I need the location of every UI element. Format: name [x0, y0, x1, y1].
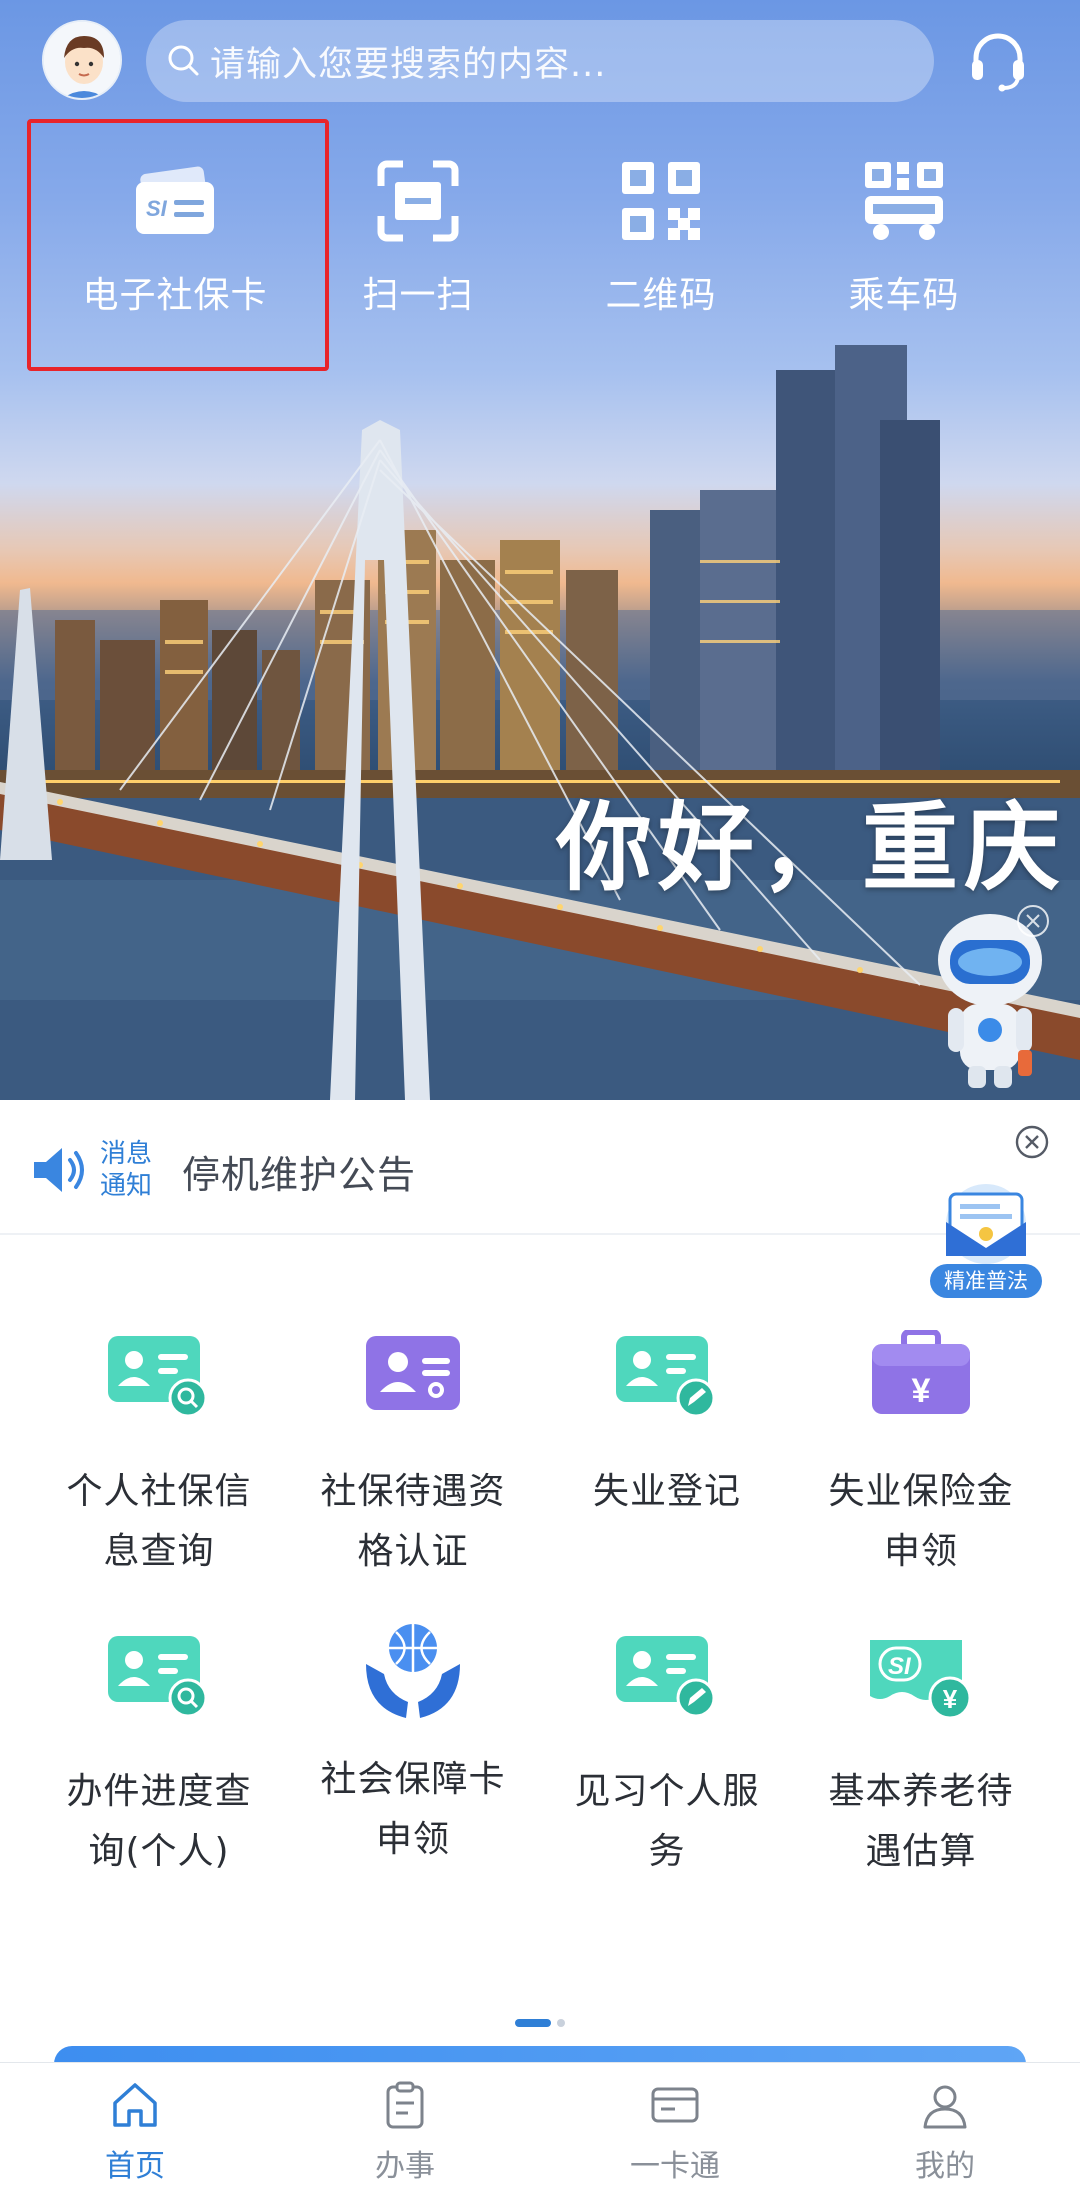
service-label-line2: 申领	[375, 1819, 450, 1860]
quick-action-label: 扫一扫	[362, 275, 474, 316]
id-card-search-icon	[108, 1636, 208, 1718]
notice-tag-line2: 通知	[100, 1171, 153, 1201]
page-dot-active	[515, 2018, 551, 2027]
robot-close-icon[interactable]	[1016, 904, 1050, 938]
service-label-line2: 格认证	[357, 1531, 469, 1572]
service-item[interactable]: 社保待遇资 格认证	[286, 1330, 540, 1582]
card-icon	[651, 2087, 699, 2123]
service-label-line1: 基本养老待	[828, 1771, 1014, 1812]
speaker-icon	[34, 1148, 84, 1192]
envelope-icon	[946, 1184, 1026, 1264]
hero-banner: 请输入您要搜索的内容... SI 电子社保卡 扫一扫 二维码 乘车码 你好，重庆	[0, 0, 1080, 1100]
service-item[interactable]: ¥ 失业保险金 申领	[794, 1330, 1048, 1582]
notice-bar[interactable]: 消息 通知 停机维护公告	[0, 1100, 1080, 1235]
service-item[interactable]: SI ¥ 基本养老待 遇估算	[794, 1630, 1048, 1882]
tab-mine[interactable]: 我的	[810, 2063, 1080, 2195]
search-bar[interactable]: 请输入您要搜索的内容...	[146, 20, 934, 102]
quick-action-label: 乘车码	[848, 275, 960, 316]
tab-services[interactable]: 办事	[270, 2063, 540, 2195]
globe-hands-icon	[366, 1624, 460, 1718]
quick-action-bus-code[interactable]: 乘车码	[784, 150, 1024, 320]
clipboard-icon	[386, 2081, 424, 2129]
svg-text:¥: ¥	[912, 1372, 931, 1410]
tab-label: 我的	[915, 2149, 975, 2184]
service-label-line1: 社保待遇资	[320, 1471, 506, 1512]
service-label-line2: 申领	[883, 1531, 958, 1572]
service-label-line1: 个人社保信	[66, 1471, 252, 1512]
svg-text:SI: SI	[888, 1653, 912, 1680]
quick-action-qr-code[interactable]: 二维码	[541, 150, 781, 320]
tab-home[interactable]: 首页	[0, 2063, 270, 2195]
customer-service-headset-icon[interactable]	[966, 28, 1030, 92]
service-label-line1: 办件进度查	[66, 1771, 252, 1812]
notice-tag-line1: 消息	[100, 1139, 153, 1169]
service-label-line1: 失业登记	[592, 1471, 741, 1512]
tab-label: 办事	[375, 2149, 435, 2184]
bottom-tab-bar: 首页 办事 一卡通 我的	[0, 2062, 1080, 2195]
tab-label: 一卡通	[630, 2149, 720, 2184]
scan-icon	[377, 160, 459, 242]
highlight-box	[27, 119, 329, 371]
service-item[interactable]: 办件进度查 询(个人)	[32, 1630, 286, 1882]
certificate-icon	[366, 1336, 460, 1410]
id-card-edit-icon	[616, 1336, 716, 1418]
svg-text:¥: ¥	[943, 1684, 958, 1714]
service-label-line1: 社会保障卡	[320, 1759, 506, 1800]
quick-action-label: 二维码	[605, 275, 717, 316]
si-card-yuan-icon: SI ¥	[870, 1640, 972, 1720]
search-icon	[168, 45, 199, 76]
service-label-line1: 失业保险金	[828, 1471, 1014, 1512]
service-label-line1: 见习个人服	[574, 1771, 760, 1812]
page-dot	[557, 2018, 565, 2027]
page-indicator	[0, 2012, 1080, 2031]
notice-text[interactable]: 停机维护公告	[182, 1144, 416, 1199]
quick-action-scan[interactable]: 扫一扫	[298, 150, 538, 320]
home-icon	[113, 2083, 157, 2127]
qr-code-icon	[622, 162, 700, 240]
notice-tag: 消息 通知	[100, 1138, 160, 1202]
service-item[interactable]: 社会保障卡 申领	[286, 1618, 540, 1870]
service-label-line2: 务	[648, 1831, 686, 1872]
service-label-line2: 息查询	[103, 1531, 215, 1572]
service-label-line2: 询(个人)	[88, 1831, 230, 1872]
search-placeholder: 请输入您要搜索的内容...	[210, 44, 607, 85]
user-icon	[923, 2085, 967, 2129]
id-card-search-icon	[108, 1336, 208, 1418]
notice-close-icon[interactable]	[1014, 1124, 1050, 1160]
id-card-edit-icon	[616, 1636, 716, 1718]
service-label-line2: 遇估算	[865, 1831, 977, 1872]
tab-label: 首页	[105, 2149, 165, 2184]
user-avatar[interactable]	[42, 20, 122, 100]
tab-one-card[interactable]: 一卡通	[540, 2063, 810, 2195]
service-item[interactable]: 见习个人服 务	[540, 1630, 794, 1882]
briefcase-yuan-icon: ¥	[872, 1330, 970, 1414]
service-item[interactable]: 个人社保信 息查询	[32, 1330, 286, 1582]
service-item[interactable]: 失业登记	[540, 1330, 794, 1522]
badge-label: 精准普法	[930, 1264, 1042, 1298]
bus-code-icon	[865, 162, 943, 240]
banner-greeting: 你好，重庆	[556, 792, 1066, 904]
legal-popularization-badge[interactable]: 精准普法	[930, 1178, 1042, 1302]
